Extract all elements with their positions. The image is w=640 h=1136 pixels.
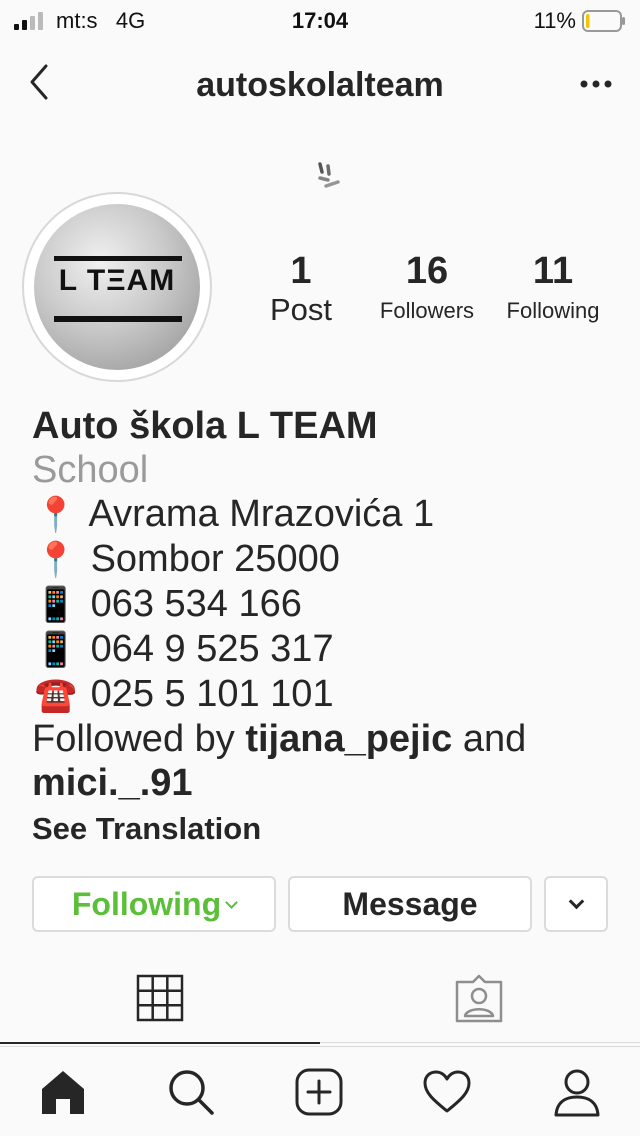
bio-line: 📱 063 534 166 xyxy=(32,582,622,627)
status-bar: mt:s 4G 17:04 11% xyxy=(0,0,640,40)
mobile-phone-icon: 📱 xyxy=(34,586,78,624)
pin-icon: 📍 xyxy=(34,541,78,579)
followed-by-user-1[interactable]: tijana_pejic xyxy=(245,718,452,760)
followers-stat[interactable]: 16 Followers xyxy=(368,250,486,324)
activity-heart-icon[interactable] xyxy=(422,1067,472,1117)
profile-tabs xyxy=(0,960,640,1044)
posts-stat[interactable]: 1 Post xyxy=(256,250,346,328)
grid-icon xyxy=(136,974,184,1022)
posts-count: 1 xyxy=(290,250,312,292)
battery-icon xyxy=(582,10,625,32)
profile-avatar[interactable]: L TΞAM xyxy=(22,192,212,382)
profile-icon[interactable] xyxy=(552,1067,602,1117)
home-icon[interactable] xyxy=(38,1067,88,1117)
tab-tagged[interactable] xyxy=(320,960,640,1043)
profile-username: autoskolalteam xyxy=(196,66,444,104)
profile-screen: mt:s 4G 17:04 11% autoskolalteam L TΞAM … xyxy=(0,0,640,1136)
profile-bio: Auto škola L TEAM School 📍 Avrama Mrazov… xyxy=(32,404,622,849)
posts-label: Post xyxy=(269,292,333,327)
battery-percent: 11% xyxy=(533,8,576,33)
profile-display-name: Auto škola L TEAM xyxy=(32,405,378,447)
bio-line: 📱 064 9 525 317 xyxy=(32,627,622,672)
see-translation-link[interactable]: See Translation xyxy=(32,809,622,849)
bio-line-text: Avrama Mrazovića 1 xyxy=(88,493,435,535)
following-button-label: Following xyxy=(71,886,222,922)
bio-line-text: 064 9 525 317 xyxy=(90,628,334,670)
avatar-logo: L TΞAM xyxy=(34,204,200,370)
chevron-down-icon xyxy=(568,893,584,910)
new-post-icon[interactable] xyxy=(294,1067,344,1117)
pin-icon: 📍 xyxy=(34,496,78,534)
chevron-down-icon xyxy=(225,896,239,909)
more-options-icon[interactable] xyxy=(576,64,616,104)
followed-by: Followed by tijana_pejic and xyxy=(32,718,527,760)
bio-line: 📍 Avrama Mrazovića 1 xyxy=(32,492,622,537)
telephone-icon: ☎️ xyxy=(34,676,78,714)
top-nav: autoskolalteam xyxy=(0,50,640,120)
mobile-phone-icon: 📱 xyxy=(34,631,78,669)
bio-lines: 📍 Avrama Mrazovića 1 📍 Sombor 25000 📱 063 … xyxy=(32,492,622,717)
followers-label: Followers xyxy=(379,298,475,323)
profile-category: School xyxy=(32,449,149,491)
following-count: 11 xyxy=(532,250,574,292)
tab-posts-grid[interactable] xyxy=(0,960,320,1044)
following-label: Following xyxy=(506,298,600,323)
followed-by-user-2[interactable]: mici._.91 xyxy=(32,761,622,805)
logo-text: L TΞAM xyxy=(58,264,176,297)
following-stat[interactable]: 11 Following xyxy=(494,250,612,324)
bio-line: ☎️ 025 5 101 101 xyxy=(32,672,622,717)
suggested-accounts-button[interactable] xyxy=(544,876,608,932)
following-button[interactable]: Following xyxy=(32,876,276,932)
message-button[interactable]: Message xyxy=(288,876,532,932)
tagged-user-icon xyxy=(455,974,503,1023)
loading-spinner-icon xyxy=(318,162,340,188)
bio-line-text: 063 534 166 xyxy=(90,583,302,625)
message-button-label: Message xyxy=(342,886,478,922)
bottom-nav xyxy=(0,1046,640,1136)
followers-count: 16 xyxy=(405,250,449,292)
bio-line: 📍 Sombor 25000 xyxy=(32,537,622,582)
search-icon[interactable] xyxy=(166,1067,216,1117)
bio-line-text: Sombor 25000 xyxy=(90,538,340,580)
bio-line-text: 025 5 101 101 xyxy=(90,673,334,715)
